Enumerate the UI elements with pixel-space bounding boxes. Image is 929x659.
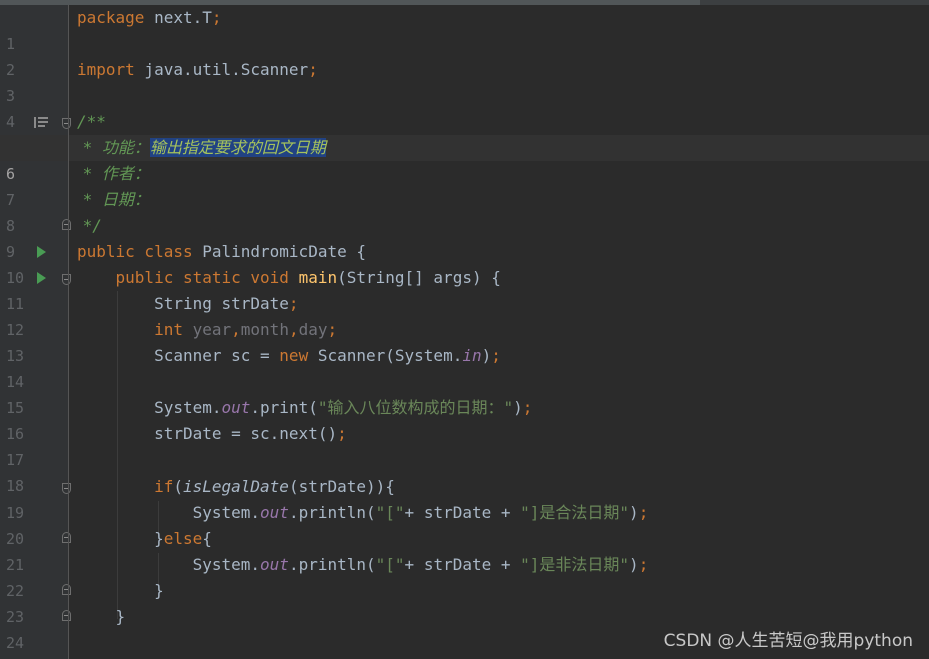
- code-text[interactable]: }: [77, 578, 164, 604]
- fold-icon[interactable]: [62, 274, 71, 285]
- code-line[interactable]: 7 * 作者：: [0, 161, 929, 209]
- code-text[interactable]: package next.T;: [77, 5, 222, 31]
- code-text[interactable]: }else{: [77, 526, 212, 552]
- code-line[interactable]: 17 strDate = sc.next();: [0, 421, 929, 469]
- code-line[interactable]: 20 System.out.println("["+ strDate + "]是…: [0, 500, 929, 548]
- run-icon[interactable]: [37, 272, 46, 284]
- text-selection[interactable]: 输出指定要求的回文日期: [149, 138, 326, 157]
- code-text[interactable]: public class PalindromicDate {: [77, 239, 366, 265]
- code-text[interactable]: strDate = sc.next();: [77, 421, 347, 447]
- code-line[interactable]: 1 package next.T;: [0, 5, 929, 53]
- code-line[interactable]: 21 }else{: [0, 526, 929, 574]
- code-line[interactable]: 8 * 日期：: [0, 187, 929, 235]
- code-text[interactable]: /**: [77, 109, 106, 135]
- code-text[interactable]: import java.util.Scanner;: [77, 57, 318, 83]
- fold-icon[interactable]: [62, 219, 71, 230]
- watermark: CSDN @人生苦短@我用python: [663, 631, 913, 651]
- code-line[interactable]: 2: [0, 31, 929, 79]
- code-line[interactable]: 11 public static void main(String[] args…: [0, 265, 929, 313]
- code-text[interactable]: int year,month,day;: [77, 317, 337, 343]
- code-text[interactable]: System.out.println("["+ strDate + "]是合法日…: [77, 500, 649, 526]
- code-line[interactable]: 22 System.out.println("["+ strDate + "]是…: [0, 552, 929, 600]
- code-text[interactable]: * 作者：: [73, 161, 150, 187]
- code-line[interactable]: 4: [0, 83, 929, 131]
- code-line[interactable]: 23 }: [0, 578, 929, 626]
- code-editor[interactable]: 1 package next.T; 2 3 import java.util.S…: [0, 0, 929, 659]
- code-text[interactable]: * 日期：: [73, 187, 150, 213]
- code-text[interactable]: public static void main(String[] args) {: [77, 265, 501, 291]
- code-text[interactable]: }: [77, 604, 126, 630]
- fold-icon[interactable]: [62, 532, 71, 543]
- code-text[interactable]: String strDate;: [77, 291, 299, 317]
- code-line[interactable]: 15: [0, 369, 929, 417]
- code-line[interactable]: 13 int year,month,day;: [0, 317, 929, 365]
- code-text[interactable]: Scanner sc = new Scanner(System.in);: [77, 343, 501, 369]
- code-text[interactable]: * 功能：输出指定要求的回文日期: [73, 135, 326, 161]
- code-text[interactable]: if(isLegalDate(strDate)){: [77, 474, 395, 500]
- code-text[interactable]: */: [73, 213, 102, 239]
- gutter-separator: [68, 5, 69, 659]
- code-line[interactable]: 18: [0, 447, 929, 495]
- code-line[interactable]: 14 Scanner sc = new Scanner(System.in);: [0, 343, 929, 391]
- code-line[interactable]: 16 System.out.print("输入八位数构成的日期：");: [0, 395, 929, 443]
- code-line-current[interactable]: 6 * 功能：输出指定要求的回文日期: [0, 135, 929, 183]
- code-line[interactable]: 5 /**: [0, 109, 929, 157]
- fold-icon[interactable]: [62, 584, 71, 595]
- code-line[interactable]: 10 public class PalindromicDate {: [0, 239, 929, 287]
- code-line[interactable]: 3 import java.util.Scanner;: [0, 57, 929, 105]
- fold-icon[interactable]: [62, 610, 71, 621]
- doc-render-icon[interactable]: [34, 117, 48, 128]
- code-line[interactable]: 9 */: [0, 213, 929, 261]
- fold-icon[interactable]: [62, 118, 71, 129]
- fold-icon[interactable]: [62, 483, 71, 494]
- run-icon[interactable]: [37, 246, 46, 258]
- code-text[interactable]: System.out.print("输入八位数构成的日期：");: [77, 395, 532, 421]
- code-line[interactable]: 19 if(isLegalDate(strDate)){: [0, 474, 929, 522]
- code-text[interactable]: System.out.println("["+ strDate + "]是非法日…: [77, 552, 649, 578]
- code-line[interactable]: 12 String strDate;: [0, 291, 929, 339]
